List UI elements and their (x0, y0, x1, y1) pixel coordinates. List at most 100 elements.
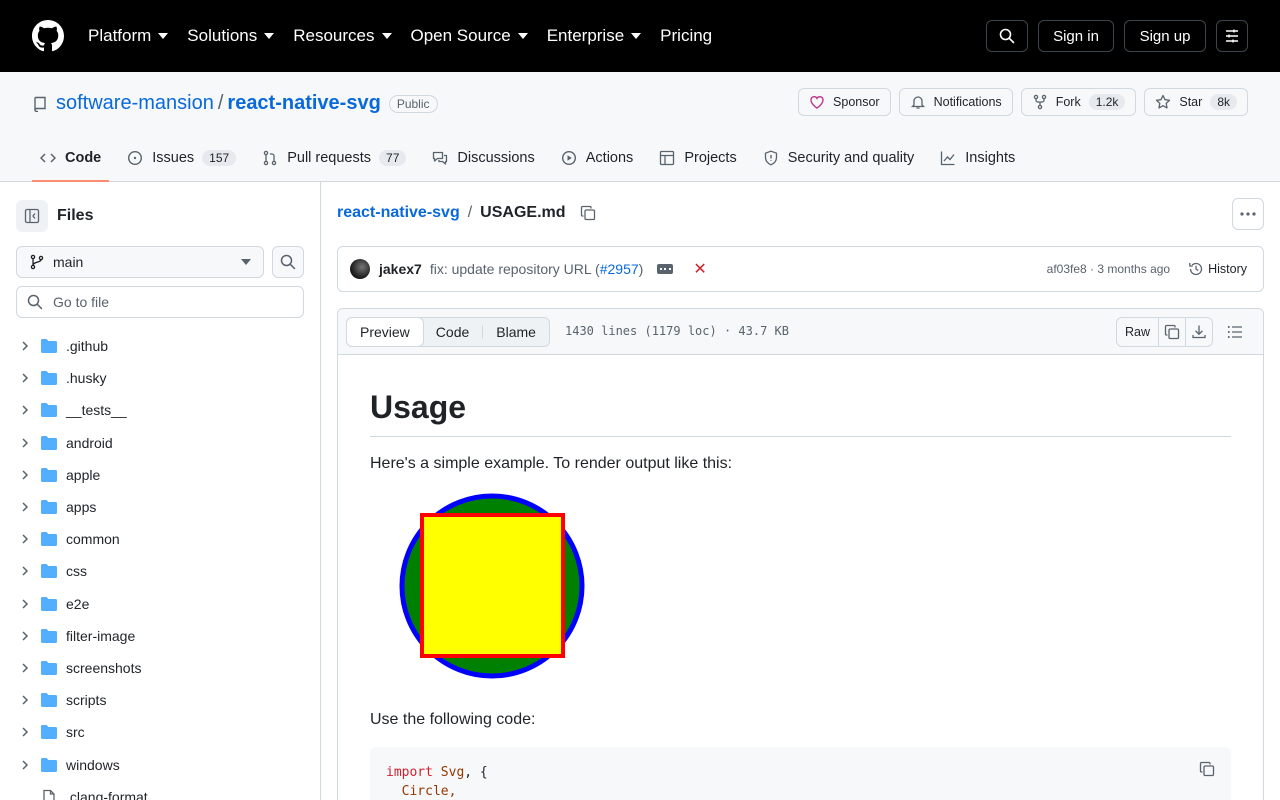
file-viewer: Preview Code Blame 1430 lines (1179 loc)… (337, 308, 1264, 800)
download-icon (1192, 325, 1206, 339)
commit-author[interactable]: jakex7 (379, 261, 422, 277)
copy-code-icon[interactable] (1199, 761, 1215, 777)
tab-label: Pull requests (287, 150, 372, 166)
bell-icon (910, 96, 925, 109)
notifications-label: Notifications (933, 95, 1002, 109)
tab-projects[interactable]: Projects (651, 136, 744, 180)
tree-folder-item[interactable]: apple (16, 459, 304, 491)
tab-pull-requests[interactable]: Pull requests 77 (254, 136, 414, 180)
repo-title: software-mansion / react-native-svg Publ… (32, 92, 438, 115)
branch-name: main (53, 254, 84, 270)
discussion-icon (433, 151, 448, 165)
commit-message-end: ) (638, 261, 644, 277)
history-button[interactable]: History (1188, 261, 1247, 277)
tree-folder-item[interactable]: src (16, 716, 304, 748)
tree-folder-item[interactable]: e2e (16, 588, 304, 620)
breadcrumb-repo-link[interactable]: react-native-svg (337, 204, 460, 222)
tree-folder-item[interactable]: .husky (16, 362, 304, 394)
tab-issues[interactable]: Issues 157 (119, 136, 244, 180)
outline-list-icon[interactable] (1227, 324, 1243, 340)
nav-solutions[interactable]: Solutions (187, 26, 275, 46)
nav-enterprise[interactable]: Enterprise (547, 26, 642, 46)
heart-icon (810, 96, 824, 109)
nav-platform[interactable]: Platform (88, 26, 169, 46)
sponsor-button[interactable]: Sponsor (798, 88, 891, 116)
raw-button[interactable]: Raw (1117, 318, 1158, 346)
star-button[interactable]: Star 8k (1144, 88, 1248, 116)
repo-owner-link[interactable]: software-mansion (56, 92, 214, 115)
commit-sha[interactable]: af03fe8 (1047, 262, 1087, 276)
search-files-button[interactable] (272, 246, 304, 278)
tab-actions[interactable]: Actions (553, 136, 642, 180)
copy-raw-button[interactable] (1158, 318, 1185, 346)
fork-button[interactable]: Fork 1.2k (1020, 88, 1137, 116)
ci-failed-icon[interactable]: ✕ (693, 259, 706, 279)
tree-folder-item[interactable]: __tests__ (16, 394, 304, 426)
code-view-tab[interactable]: Code (423, 318, 482, 346)
star-icon (1156, 94, 1171, 109)
commit-message[interactable]: fix: update repository URL (#2957) (430, 261, 644, 277)
nav-label: Platform (88, 26, 152, 45)
copy-path-icon[interactable] (580, 205, 596, 221)
tab-label: Code (65, 150, 102, 166)
sign-in-button[interactable]: Sign in (1038, 20, 1114, 52)
code-icon (40, 153, 56, 163)
tree-item-label: apple (66, 466, 101, 483)
repo-name-link[interactable]: react-native-svg (227, 92, 380, 115)
copy-icon (1164, 324, 1180, 340)
tab-insights[interactable]: Insights (932, 136, 1023, 180)
folder-icon (41, 757, 57, 772)
commit-pr-link[interactable]: #2957 (600, 261, 639, 277)
tree-folder-item[interactable]: android (16, 427, 304, 459)
notifications-button[interactable]: Notifications (898, 88, 1013, 116)
tab-count: 157 (202, 150, 237, 166)
file-icon (43, 789, 55, 800)
tree-folder-item[interactable]: filter-image (16, 620, 304, 652)
nav-pricing[interactable]: Pricing (660, 26, 712, 46)
github-logo-icon[interactable] (32, 20, 64, 52)
tree-folder-item[interactable]: .github (16, 330, 304, 362)
sliders-icon (1226, 29, 1238, 43)
sign-up-button[interactable]: Sign up (1124, 20, 1206, 52)
tab-discussions[interactable]: Discussions (424, 136, 542, 180)
play-icon (561, 150, 576, 166)
branch-selector[interactable]: main (16, 246, 264, 278)
chevron-right-icon (22, 760, 29, 770)
tab-security[interactable]: Security and quality (755, 136, 923, 180)
nav-open-source[interactable]: Open Source (411, 26, 528, 46)
chevron-right-icon (22, 727, 29, 737)
menu-button[interactable] (1216, 20, 1248, 52)
commit-time: 3 months ago (1097, 262, 1171, 276)
code-text: , { (464, 765, 488, 780)
tree-folder-item[interactable]: screenshots (16, 652, 304, 684)
tab-code[interactable]: Code (32, 136, 110, 182)
collapse-sidebar-button[interactable] (16, 200, 48, 232)
folder-icon (41, 564, 57, 579)
go-to-file-placeholder: Go to file (53, 294, 110, 310)
expand-commit-message-button[interactable] (657, 264, 674, 274)
tree-item-label: src (66, 724, 85, 741)
global-header: Platform Solutions Resources Open Source… (0, 0, 1280, 72)
shield-icon (764, 150, 777, 166)
chevron-down-icon (158, 33, 169, 39)
tree-folder-item[interactable]: apps (16, 491, 304, 523)
search-button[interactable] (986, 20, 1028, 52)
preview-tab[interactable]: Preview (346, 317, 424, 347)
tree-folder-item[interactable]: css (16, 555, 304, 587)
more-options-button[interactable] (1232, 198, 1264, 230)
nav-label: Open Source (410, 26, 511, 45)
tree-folder-item[interactable]: common (16, 523, 304, 555)
tree-file-item[interactable]: .clang-format (16, 781, 304, 800)
tree-folder-item[interactable]: windows (16, 748, 304, 780)
tab-label: Projects (684, 150, 737, 166)
go-to-file-input[interactable]: Go to file (16, 286, 304, 318)
chevron-right-icon (22, 502, 29, 512)
nav-resources[interactable]: Resources (293, 26, 392, 46)
folder-icon (41, 467, 57, 482)
blame-tab[interactable]: Blame (483, 318, 549, 346)
download-button[interactable] (1185, 318, 1212, 346)
avatar[interactable] (350, 259, 370, 279)
folder-icon (41, 693, 57, 708)
code-line-2: Circle, (386, 782, 1215, 800)
tree-folder-item[interactable]: scripts (16, 684, 304, 716)
